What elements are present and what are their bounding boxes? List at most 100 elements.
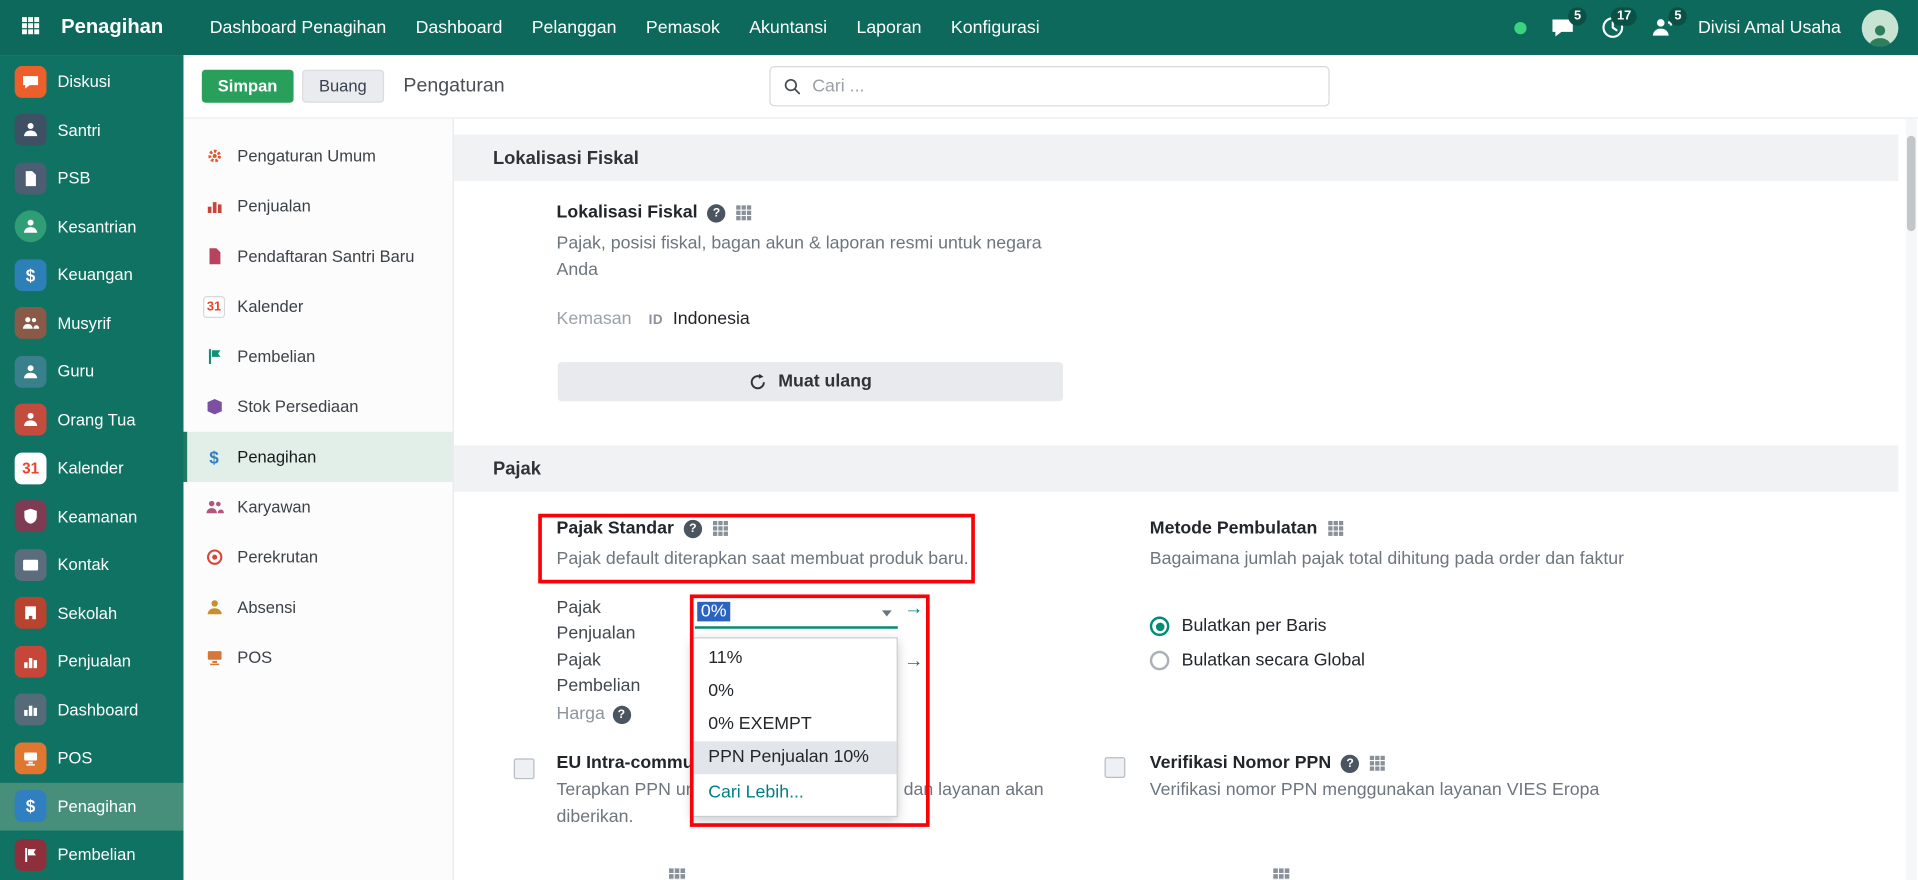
sales-tax-select[interactable]: 0% [695,597,898,629]
package-value[interactable]: Indonesia [673,309,750,329]
dropdown-option-ppn-penjualan-10[interactable]: PPN Penjualan 10% [694,741,897,774]
setting-title: Verifikasi Nomor PPN [1150,753,1331,773]
nav-menu-akuntansi[interactable]: Akuntansi [735,0,842,55]
settings-nav-item-pembelian[interactable]: Pembelian [183,331,452,381]
shield-icon [15,501,47,533]
sidebar-item-keuangan[interactable]: $Keuangan [0,251,183,299]
settings-nav-item-stok-persediaan[interactable]: Stok Persediaan [183,382,452,432]
sidebar-item-santri[interactable]: Santri [0,106,183,154]
sidebar-item-label: Sekolah [57,604,117,622]
save-button[interactable]: Simpan [202,70,293,103]
nav-menu-dashboard[interactable]: Dashboard [401,0,517,55]
sidebar-item-label: Keuangan [57,266,132,284]
calendar-icon: 31 [203,295,225,317]
settings-nav-label: Karyawan [237,498,310,516]
sidebar-item-kesantrian[interactable]: Kesantrian [0,202,183,250]
sidebar-item-sekolah[interactable]: Sekolah [0,589,183,637]
settings-nav-item-kalender[interactable]: 31Kalender [183,281,452,331]
sidebar-item-label: Kalender [57,459,123,477]
chart-icon [203,195,225,217]
sales-tax-internal-link-arrow[interactable]: → [904,598,924,620]
nav-menu-dashboard-penagihan[interactable]: Dashboard Penagihan [195,0,401,55]
sidebar-item-kontak[interactable]: Kontak [0,541,183,589]
nav-menu-pemasok[interactable]: Pemasok [631,0,734,55]
messages-button[interactable]: 5 [1548,13,1577,42]
company-switcher[interactable]: Divisi Amal Usaha [1698,18,1841,38]
settings-nav-item-perekrutan[interactable]: Perekrutan [183,532,452,582]
settings-nav-item-absensi[interactable]: Absensi [183,582,452,632]
settings-nav-item-karyawan[interactable]: Karyawan [183,482,452,532]
help-icon[interactable]: ? [1341,754,1359,772]
setting-description: Pajak default diterapkan saat membuat pr… [557,547,997,574]
help-icon[interactable]: ? [684,519,702,537]
app-brand[interactable]: Penagihan [61,16,163,39]
reload-button[interactable]: Muat ulang [558,362,1063,401]
company-grid-icon [735,204,752,221]
dropdown-option-11[interactable]: 11% [694,642,897,675]
sidebar-item-dashboard[interactable]: Dashboard [0,686,183,734]
radio-round-per-line[interactable]: Bulatkan per Baris [1150,616,1327,636]
radio-round-globally[interactable]: Bulatkan secara Global [1150,651,1365,671]
person-icon [15,404,47,436]
sidebar-item-psb[interactable]: PSB [0,154,183,202]
sidebar-item-penagihan[interactable]: $Penagihan [0,782,183,830]
search-box[interactable] [769,66,1329,106]
sidebar-item-keamanan[interactable]: Keamanan [0,492,183,540]
status-dot [1515,21,1527,33]
settings-nav-label: POS [237,648,272,666]
sidebar-item-orang-tua[interactable]: Orang Tua [0,396,183,444]
sidebar-item-kalender[interactable]: 31Kalender [0,444,183,492]
help-icon[interactable]: ? [707,204,725,222]
search-more-option[interactable]: Cari Lebih... [694,774,897,812]
sidebar-item-label: Penagihan [57,797,136,815]
settings-nav-label: Pengaturan Umum [237,147,376,165]
eu-intra-checkbox[interactable] [514,758,535,779]
settings-nav-item-penagihan[interactable]: $Penagihan [183,432,452,482]
company-grid-icon [1272,867,1290,880]
settings-nav-item-pengaturan-umum[interactable]: Pengaturan Umum [183,131,452,181]
sidebar-item-label: Kesantrian [57,217,136,235]
nav-menu-pelanggan[interactable]: Pelanggan [517,0,631,55]
top-navbar: Penagihan Dashboard PenagihanDashboardPe… [0,0,1918,55]
activities-badge: 17 [1612,7,1637,26]
messages-badge: 5 [1569,7,1587,26]
settings-nav: Pengaturan Umum PenjualanPendaftaran Sant… [183,119,453,880]
setting-title: Pajak Standar [557,519,674,539]
settings-nav-item-penjualan[interactable]: Penjualan [183,181,452,231]
pos-icon [15,742,47,774]
dropdown-option-0[interactable]: 0% [694,675,897,708]
activities-button[interactable]: 17 [1598,13,1627,42]
scrollbar[interactable] [1906,119,1917,880]
settings-nav-item-pendaftaran-santri-baru[interactable]: Pendaftaran Santri Baru [183,231,452,281]
package-label: Kemasan [557,309,632,329]
apps-menu-button[interactable] [12,9,49,46]
dropdown-option-0-exempt[interactable]: 0% EXEMPT [694,708,897,741]
person-icon [15,356,47,388]
sidebar-item-label: Dashboard [57,701,138,719]
sidebar-item-musyrif[interactable]: Musyrif [0,299,183,347]
scrollbar-thumb[interactable] [1907,136,1916,231]
sidebar-item-diskusi[interactable]: Diskusi [0,57,183,105]
sidebar-item-penjualan[interactable]: Penjualan [0,637,183,685]
user-avatar[interactable] [1862,9,1899,46]
sidebar-item-pembelian[interactable]: Pembelian [0,831,183,879]
building-icon [15,597,47,629]
nav-menu-konfigurasi[interactable]: Konfigurasi [936,0,1054,55]
sidebar-item-label: Orang Tua [57,411,135,429]
settings-nav-label: Stok Persediaan [237,398,358,416]
purchase-tax-internal-link-arrow[interactable]: → [904,651,924,673]
sidebar-item-guru[interactable]: Guru [0,347,183,395]
nav-menu-laporan[interactable]: Laporan [842,0,936,55]
vat-verify-checkbox[interactable] [1105,757,1126,778]
person-icon [15,114,47,146]
help-icon[interactable]: ? [612,706,630,724]
settings-nav-item-pos[interactable]: POS [183,632,452,682]
contact-requests-button[interactable]: 5 [1648,13,1677,42]
discard-button[interactable]: Buang [302,70,384,103]
rounding-method-setting: Metode Pembulatan Bagaimana jumlah pajak… [1150,519,1908,574]
tax-dropdown: 11%0%0% EXEMPTPPN Penjualan 10% Cari Leb… [692,637,897,817]
sidebar-item-pos[interactable]: POS [0,734,183,782]
setting-description: Verifikasi nomor PPN menggunakan layanan… [1150,778,1908,805]
app-sidebar: DiskusiSantriPSB Kesantrian $KeuanganMusyr… [0,55,183,880]
search-input[interactable] [812,76,1316,96]
